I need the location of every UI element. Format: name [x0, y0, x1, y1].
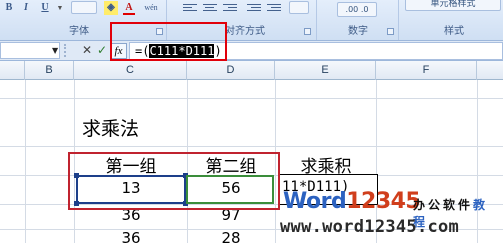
font-color-button[interactable]: A [123, 1, 135, 15]
underline-button[interactable]: U [39, 1, 51, 15]
align-center-icon[interactable] [203, 2, 217, 13]
alignment-dialog-launcher-icon[interactable] [304, 28, 311, 35]
phonetic-button[interactable]: wén [140, 1, 162, 15]
sheet-title: 求乘法 [82, 118, 140, 140]
table-highlight-box [68, 152, 280, 210]
watermark-brand-number: 12345 [346, 189, 421, 214]
styles-group-label: 样式 [444, 26, 464, 37]
formula-highlight-box [110, 22, 227, 61]
watermark-tagline-a: 办公软件 [413, 198, 474, 212]
cancel-icon[interactable]: ✕ [80, 43, 94, 58]
name-box-dropdown-icon[interactable]: ▼ [52, 46, 58, 55]
gridline [0, 146, 503, 147]
italic-button[interactable]: I [20, 1, 32, 15]
column-header-b[interactable]: B [25, 61, 74, 80]
column-header-e[interactable]: E [275, 61, 376, 80]
column-headers: B C D E F [0, 61, 503, 80]
bold-button[interactable]: B [3, 1, 15, 15]
number-group: .00 .0 数字 [317, 0, 399, 40]
formula-bar-grip [64, 44, 72, 57]
merge-center-button[interactable] [289, 1, 309, 14]
watermark-brand: Word12345 [283, 189, 421, 214]
select-all-corner[interactable] [0, 61, 25, 80]
column-header-f[interactable]: F [376, 61, 477, 80]
name-box[interactable] [0, 42, 60, 59]
column-header-c[interactable]: C [74, 61, 187, 80]
align-left-icon[interactable] [183, 2, 197, 13]
borders-button[interactable] [71, 1, 97, 14]
watermark-url: www.word12345.com [280, 217, 460, 237]
ribbon: B I U ▼ ◈ A wén 字体 对齐方式 .00 .0 数字 单元格样式 … [0, 0, 503, 41]
font-group-label: 字体 [69, 26, 89, 37]
alignment-group-label: 对齐方式 [225, 26, 265, 37]
number-group-label: 数字 [348, 26, 368, 37]
column-header-g[interactable] [477, 61, 503, 80]
table-cell-d[interactable]: 28 [187, 229, 275, 243]
styles-group: 单元格样式 样式 [399, 0, 503, 40]
decrease-indent-icon[interactable] [247, 2, 261, 13]
table-cell-c[interactable]: 36 [76, 229, 186, 243]
cell-styles-button[interactable]: 单元格样式 [405, 0, 501, 11]
decimal-buttons[interactable]: .00 .0 [337, 2, 377, 17]
number-dialog-launcher-icon[interactable] [387, 28, 394, 35]
enter-icon[interactable]: ✓ [95, 43, 109, 58]
gridline [0, 98, 503, 99]
formula-bar: ▼ ✕ ✓ fx =(C111*D111) [0, 41, 503, 61]
column-header-d[interactable]: D [187, 61, 275, 80]
align-right-icon[interactable] [223, 2, 237, 13]
fill-color-icon[interactable]: ◈ [104, 1, 118, 15]
gridline [25, 80, 26, 243]
watermark: Word12345 办公软件教程 www.word12345.com [278, 188, 503, 243]
watermark-brand-word: Word [283, 189, 347, 214]
underline-dropdown-icon[interactable]: ▼ [56, 1, 64, 15]
increase-indent-icon[interactable] [267, 2, 281, 13]
